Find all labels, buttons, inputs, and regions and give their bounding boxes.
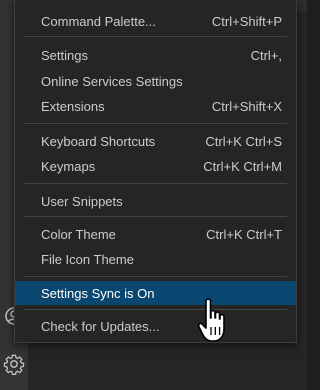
menu-item-keymaps[interactable]: Keymaps Ctrl+K Ctrl+M bbox=[15, 154, 296, 178]
menu-separator bbox=[24, 216, 287, 217]
menu-item-label: Online Services Settings bbox=[41, 73, 183, 89]
menu-item-keyboard-shortcuts[interactable]: Keyboard Shortcuts Ctrl+K Ctrl+S bbox=[15, 129, 296, 153]
menu-item-label: User Snippets bbox=[41, 193, 123, 209]
menu-item-settings-sync[interactable]: Settings Sync is On bbox=[15, 281, 296, 305]
manage-context-menu: Command Palette... Ctrl+Shift+P Settings… bbox=[14, 0, 297, 343]
vscode-window: Command Palette... Ctrl+Shift+P Settings… bbox=[0, 0, 307, 390]
menu-item-shortcut: Ctrl+, bbox=[250, 47, 282, 63]
menu-item-shortcut: Ctrl+Shift+P bbox=[211, 13, 282, 29]
menu-item-label: Command Palette... bbox=[41, 13, 156, 29]
menu-item-extensions[interactable]: Extensions Ctrl+Shift+X bbox=[15, 94, 296, 118]
menu-item-shortcut: Ctrl+K Ctrl+T bbox=[206, 226, 282, 242]
menu-separator bbox=[24, 36, 287, 37]
menu-item-label: File Icon Theme bbox=[41, 251, 134, 267]
menu-item-label: Color Theme bbox=[41, 226, 116, 242]
menu-item-label: Settings Sync is On bbox=[41, 285, 155, 301]
menu-item-label: Extensions bbox=[41, 98, 105, 114]
menu-item-shortcut: Ctrl+K Ctrl+M bbox=[203, 158, 282, 174]
menu-separator bbox=[24, 123, 287, 124]
menu-item-check-for-updates[interactable]: Check for Updates... bbox=[15, 314, 296, 338]
menu-item-settings[interactable]: Settings Ctrl+, bbox=[15, 43, 296, 67]
menu-item-file-icon-theme[interactable]: File Icon Theme bbox=[15, 247, 296, 271]
menu-item-online-services-settings[interactable]: Online Services Settings bbox=[15, 69, 296, 93]
menu-item-user-snippets[interactable]: User Snippets bbox=[15, 189, 296, 213]
menu-separator bbox=[24, 309, 287, 310]
menu-item-shortcut: Ctrl+K Ctrl+S bbox=[205, 133, 282, 149]
menu-item-shortcut: Ctrl+Shift+X bbox=[211, 98, 282, 114]
menu-item-label: Settings bbox=[41, 47, 88, 63]
menu-item-label: Keyboard Shortcuts bbox=[41, 133, 156, 149]
menu-separator bbox=[24, 276, 287, 277]
gear-icon[interactable] bbox=[2, 352, 26, 376]
menu-item-label: Check for Updates... bbox=[41, 318, 160, 334]
menu-item-label: Keymaps bbox=[41, 158, 96, 174]
menu-item-color-theme[interactable]: Color Theme Ctrl+K Ctrl+T bbox=[15, 222, 296, 246]
menu-item-command-palette[interactable]: Command Palette... Ctrl+Shift+P bbox=[15, 9, 296, 33]
menu-separator bbox=[24, 183, 287, 184]
